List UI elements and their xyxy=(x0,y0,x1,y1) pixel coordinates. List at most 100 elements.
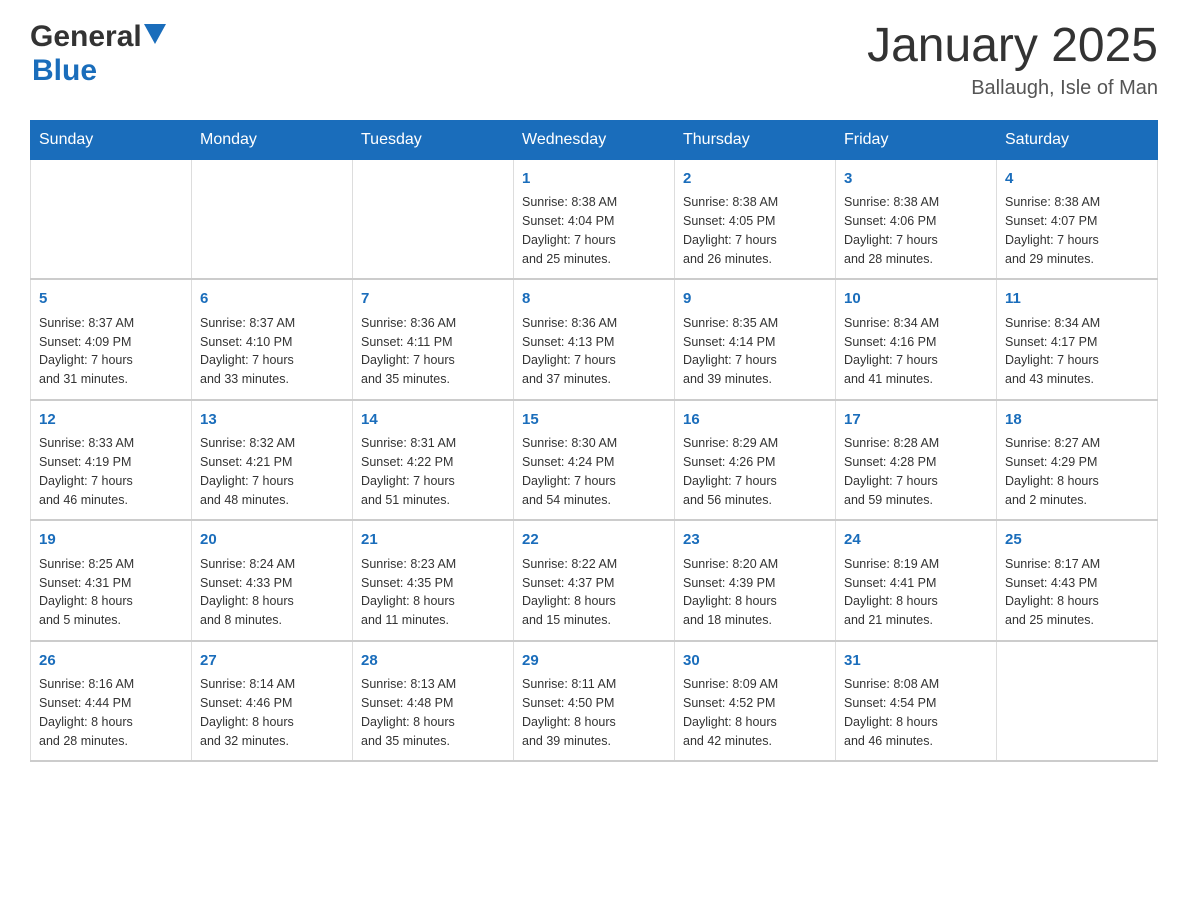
calendar-cell: 21Sunrise: 8:23 AMSunset: 4:35 PMDayligh… xyxy=(353,520,514,641)
day-number: 12 xyxy=(39,409,183,432)
day-info: Sunrise: 8:28 AM xyxy=(844,434,988,453)
day-info: Sunrise: 8:16 AM xyxy=(39,675,183,694)
day-info: Sunrise: 8:17 AM xyxy=(1005,555,1149,574)
calendar-table: SundayMondayTuesdayWednesdayThursdayFrid… xyxy=(30,120,1158,763)
day-info: Sunrise: 8:08 AM xyxy=(844,675,988,694)
day-number: 15 xyxy=(522,409,666,432)
calendar-cell: 15Sunrise: 8:30 AMSunset: 4:24 PMDayligh… xyxy=(514,400,675,521)
day-info: and 25 minutes. xyxy=(1005,611,1149,630)
calendar-cell: 8Sunrise: 8:36 AMSunset: 4:13 PMDaylight… xyxy=(514,279,675,400)
calendar-cell: 31Sunrise: 8:08 AMSunset: 4:54 PMDayligh… xyxy=(836,641,997,762)
day-info: and 42 minutes. xyxy=(683,732,827,751)
day-number: 7 xyxy=(361,288,505,311)
day-info: Sunset: 4:06 PM xyxy=(844,212,988,231)
header-thursday: Thursday xyxy=(675,120,836,159)
day-info: and 11 minutes. xyxy=(361,611,505,630)
day-info: Daylight: 7 hours xyxy=(683,231,827,250)
day-info: Daylight: 8 hours xyxy=(39,713,183,732)
calendar-cell: 3Sunrise: 8:38 AMSunset: 4:06 PMDaylight… xyxy=(836,159,997,279)
day-number: 20 xyxy=(200,529,344,552)
day-number: 27 xyxy=(200,650,344,673)
day-info: and 46 minutes. xyxy=(844,732,988,751)
day-info: and 8 minutes. xyxy=(200,611,344,630)
day-number: 18 xyxy=(1005,409,1149,432)
day-info: Sunset: 4:48 PM xyxy=(361,694,505,713)
day-info: Sunrise: 8:36 AM xyxy=(522,314,666,333)
day-info: Sunrise: 8:38 AM xyxy=(522,193,666,212)
day-info: Daylight: 7 hours xyxy=(844,472,988,491)
day-info: Sunset: 4:28 PM xyxy=(844,453,988,472)
day-info: Sunrise: 8:31 AM xyxy=(361,434,505,453)
calendar-cell xyxy=(997,641,1158,762)
day-info: Sunrise: 8:24 AM xyxy=(200,555,344,574)
day-info: and 18 minutes. xyxy=(683,611,827,630)
calendar-cell: 25Sunrise: 8:17 AMSunset: 4:43 PMDayligh… xyxy=(997,520,1158,641)
day-info: Sunrise: 8:34 AM xyxy=(1005,314,1149,333)
day-info: and 39 minutes. xyxy=(522,732,666,751)
day-number: 28 xyxy=(361,650,505,673)
day-info: Daylight: 7 hours xyxy=(200,472,344,491)
calendar-cell: 29Sunrise: 8:11 AMSunset: 4:50 PMDayligh… xyxy=(514,641,675,762)
day-info: Daylight: 7 hours xyxy=(200,351,344,370)
calendar-cell: 13Sunrise: 8:32 AMSunset: 4:21 PMDayligh… xyxy=(192,400,353,521)
day-number: 4 xyxy=(1005,168,1149,191)
day-info: Sunset: 4:26 PM xyxy=(683,453,827,472)
calendar-cell: 7Sunrise: 8:36 AMSunset: 4:11 PMDaylight… xyxy=(353,279,514,400)
day-info: Sunset: 4:10 PM xyxy=(200,333,344,352)
day-info: Daylight: 8 hours xyxy=(361,592,505,611)
day-info: Sunrise: 8:23 AM xyxy=(361,555,505,574)
day-info: Sunset: 4:29 PM xyxy=(1005,453,1149,472)
calendar-cell: 11Sunrise: 8:34 AMSunset: 4:17 PMDayligh… xyxy=(997,279,1158,400)
day-info: Sunset: 4:16 PM xyxy=(844,333,988,352)
calendar-cell: 24Sunrise: 8:19 AMSunset: 4:41 PMDayligh… xyxy=(836,520,997,641)
day-info: Daylight: 8 hours xyxy=(200,592,344,611)
day-info: Sunrise: 8:32 AM xyxy=(200,434,344,453)
calendar-cell xyxy=(353,159,514,279)
day-info: Sunset: 4:44 PM xyxy=(39,694,183,713)
calendar-cell: 14Sunrise: 8:31 AMSunset: 4:22 PMDayligh… xyxy=(353,400,514,521)
day-info: Daylight: 8 hours xyxy=(1005,592,1149,611)
day-info: Sunset: 4:31 PM xyxy=(39,574,183,593)
day-info: Sunset: 4:37 PM xyxy=(522,574,666,593)
calendar-cell: 1Sunrise: 8:38 AMSunset: 4:04 PMDaylight… xyxy=(514,159,675,279)
day-info: and 15 minutes. xyxy=(522,611,666,630)
day-info: Sunrise: 8:34 AM xyxy=(844,314,988,333)
day-info: Daylight: 7 hours xyxy=(39,351,183,370)
day-info: Sunset: 4:05 PM xyxy=(683,212,827,231)
day-info: Sunrise: 8:09 AM xyxy=(683,675,827,694)
day-number: 14 xyxy=(361,409,505,432)
day-info: and 51 minutes. xyxy=(361,491,505,510)
calendar-week-row: 12Sunrise: 8:33 AMSunset: 4:19 PMDayligh… xyxy=(31,400,1158,521)
day-info: Sunset: 4:13 PM xyxy=(522,333,666,352)
day-number: 13 xyxy=(200,409,344,432)
day-info: Sunrise: 8:38 AM xyxy=(683,193,827,212)
calendar-cell: 16Sunrise: 8:29 AMSunset: 4:26 PMDayligh… xyxy=(675,400,836,521)
day-info: Sunset: 4:14 PM xyxy=(683,333,827,352)
day-info: Sunset: 4:19 PM xyxy=(39,453,183,472)
day-info: Sunset: 4:09 PM xyxy=(39,333,183,352)
day-info: Daylight: 7 hours xyxy=(1005,351,1149,370)
calendar-cell: 5Sunrise: 8:37 AMSunset: 4:09 PMDaylight… xyxy=(31,279,192,400)
day-info: Daylight: 8 hours xyxy=(522,592,666,611)
header-sunday: Sunday xyxy=(31,120,192,159)
calendar-cell: 2Sunrise: 8:38 AMSunset: 4:05 PMDaylight… xyxy=(675,159,836,279)
day-number: 29 xyxy=(522,650,666,673)
day-info: Sunrise: 8:27 AM xyxy=(1005,434,1149,453)
day-number: 10 xyxy=(844,288,988,311)
calendar-cell: 20Sunrise: 8:24 AMSunset: 4:33 PMDayligh… xyxy=(192,520,353,641)
day-info: Sunrise: 8:37 AM xyxy=(39,314,183,333)
day-info: and 59 minutes. xyxy=(844,491,988,510)
calendar-week-row: 26Sunrise: 8:16 AMSunset: 4:44 PMDayligh… xyxy=(31,641,1158,762)
calendar-week-row: 1Sunrise: 8:38 AMSunset: 4:04 PMDaylight… xyxy=(31,159,1158,279)
day-info: and 35 minutes. xyxy=(361,732,505,751)
header-saturday: Saturday xyxy=(997,120,1158,159)
day-number: 9 xyxy=(683,288,827,311)
calendar-cell: 6Sunrise: 8:37 AMSunset: 4:10 PMDaylight… xyxy=(192,279,353,400)
day-number: 11 xyxy=(1005,288,1149,311)
logo: General Blue xyxy=(30,20,166,88)
page-header: General Blue January 2025 Ballaugh, Isle… xyxy=(30,20,1158,100)
day-info: Sunrise: 8:14 AM xyxy=(200,675,344,694)
day-number: 16 xyxy=(683,409,827,432)
day-info: Daylight: 8 hours xyxy=(683,713,827,732)
day-info: Sunset: 4:07 PM xyxy=(1005,212,1149,231)
